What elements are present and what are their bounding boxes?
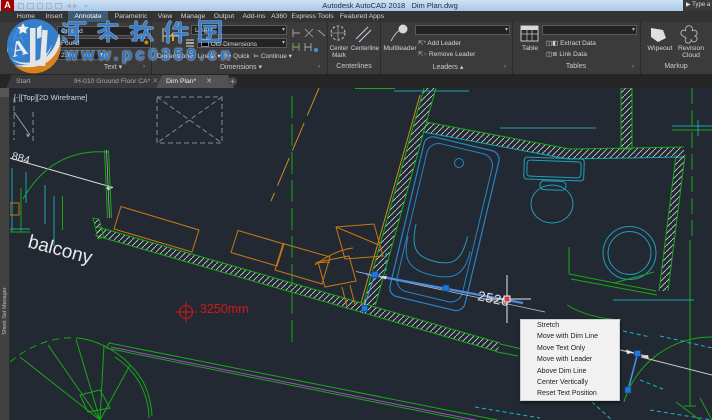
svg-text:3250mm: 3250mm — [200, 302, 249, 316]
svg-text:884: 884 — [10, 150, 31, 167]
svg-text:balcony: balcony — [26, 232, 95, 269]
svg-text:[-][Top][2D Wireframe]: [-][Top][2D Wireframe] — [14, 93, 87, 102]
